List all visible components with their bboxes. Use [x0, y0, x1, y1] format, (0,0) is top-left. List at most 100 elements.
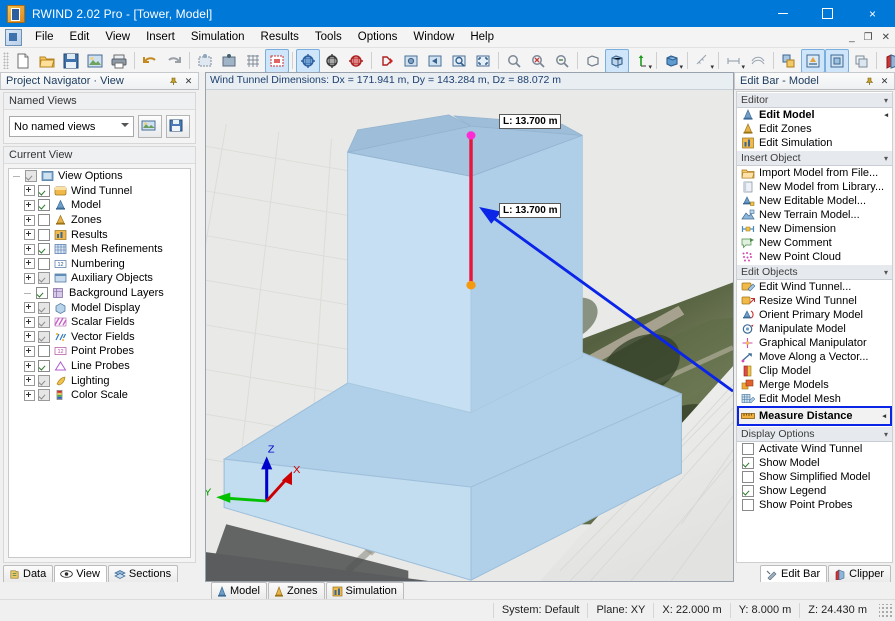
- mdi-minimize-button[interactable]: _: [847, 32, 857, 43]
- tree-checkbox[interactable]: [25, 170, 37, 182]
- tree-checkbox[interactable]: [38, 375, 50, 387]
- collapse-icon[interactable]: ▾: [884, 430, 888, 439]
- zoom-window-icon[interactable]: [447, 49, 471, 73]
- collapse-icon[interactable]: ▾: [884, 268, 888, 277]
- measure-tool-icon[interactable]: ▾: [691, 49, 715, 73]
- render-selection-icon[interactable]: [265, 49, 289, 73]
- tree-item-color-scale[interactable]: Color Scale: [9, 388, 190, 403]
- edit-bar-item-new-terrain-model[interactable]: New Terrain Model...: [737, 208, 892, 222]
- tab-edit-bar[interactable]: Edit Bar: [760, 565, 827, 582]
- box-solid-icon[interactable]: [605, 49, 629, 73]
- apply-view-icon[interactable]: [138, 115, 162, 138]
- display-option-show-simplified-model[interactable]: Show Simplified Model: [737, 470, 892, 484]
- display-option-show-point-probes[interactable]: Show Point Probes: [737, 498, 892, 512]
- zoom-in-icon[interactable]: [502, 49, 526, 73]
- menu-file[interactable]: File: [27, 29, 62, 45]
- rotate-view-x-icon[interactable]: [296, 49, 320, 73]
- dimension-icon[interactable]: ▾: [722, 49, 746, 73]
- tab-simulation[interactable]: Simulation: [326, 582, 404, 599]
- pan-view-icon[interactable]: [399, 49, 423, 73]
- box-wire-icon[interactable]: [581, 49, 605, 73]
- expand-icon[interactable]: [24, 361, 35, 372]
- expand-icon[interactable]: [24, 331, 35, 342]
- named-views-combobox[interactable]: No named views: [9, 116, 134, 137]
- expand-icon[interactable]: [24, 302, 35, 313]
- render-solid-icon[interactable]: [217, 49, 241, 73]
- edit-bar-item-merge-models[interactable]: Merge Models: [737, 378, 892, 392]
- menu-options[interactable]: Options: [350, 29, 406, 45]
- display-option-show-legend[interactable]: Show Legend: [737, 484, 892, 498]
- isolines-icon[interactable]: [746, 49, 770, 73]
- open-folder-icon[interactable]: [35, 49, 59, 73]
- move-view-icon[interactable]: [375, 49, 399, 73]
- close-icon[interactable]: ✕: [877, 74, 892, 89]
- tree-item-point-probes[interactable]: 12Point Probes: [9, 344, 190, 359]
- menu-help[interactable]: Help: [462, 29, 502, 45]
- previous-view-icon[interactable]: [423, 49, 447, 73]
- edit-bar-item-move-along-a-vector[interactable]: Move Along a Vector...: [737, 350, 892, 364]
- save-as-image-icon[interactable]: [83, 49, 107, 73]
- tree-checkbox[interactable]: [38, 302, 50, 314]
- expand-icon[interactable]: [24, 317, 35, 328]
- edit-bar-item-new-point-cloud[interactable]: New Point Cloud: [737, 250, 892, 264]
- edit-bar-item-new-editable-model[interactable]: New Editable Model...: [737, 194, 892, 208]
- object-render-icon[interactable]: [825, 49, 849, 73]
- tree-item-results[interactable]: Results: [9, 227, 190, 242]
- edit-bar-content[interactable]: Editor▾Edit Model◂Edit ZonesEdit Simulat…: [736, 91, 893, 563]
- close-icon[interactable]: ✕: [181, 74, 196, 89]
- checkbox[interactable]: [742, 471, 754, 483]
- tree-item-view-options[interactable]: View Options: [9, 169, 190, 184]
- clip-plane-icon[interactable]: ▾: [880, 49, 895, 73]
- save-view-icon[interactable]: [166, 115, 190, 138]
- edit-bar-item-edit-simulation[interactable]: Edit Simulation: [737, 136, 892, 150]
- tree-item-zones[interactable]: Zones: [9, 213, 190, 228]
- edit-bar-item-edit-model[interactable]: Edit Model◂: [737, 108, 892, 122]
- expand-icon[interactable]: [24, 258, 35, 269]
- save-icon[interactable]: [59, 49, 83, 73]
- render-mesh-icon[interactable]: [193, 49, 217, 73]
- tree-item-mesh-refinements[interactable]: Mesh Refinements: [9, 242, 190, 257]
- view-cube-icon[interactable]: ▾: [660, 49, 684, 73]
- display-option-activate-wind-tunnel[interactable]: Activate Wind Tunnel: [737, 442, 892, 456]
- object-snap-icon[interactable]: [777, 49, 801, 73]
- edit-bar-item-new-comment[interactable]: New Comment: [737, 236, 892, 250]
- undo-icon[interactable]: [138, 49, 162, 73]
- expand-icon[interactable]: [24, 200, 35, 211]
- edit-bar-item-orient-primary-model[interactable]: Orient Primary Model: [737, 308, 892, 322]
- zoom-reset-icon[interactable]: [526, 49, 550, 73]
- edit-bar-item-clip-model[interactable]: Clip Model: [737, 364, 892, 378]
- edit-bar-item-manipulate-model[interactable]: Manipulate Model: [737, 322, 892, 336]
- tree-item-lighting[interactable]: Lighting: [9, 373, 190, 388]
- tree-checkbox[interactable]: [38, 185, 50, 197]
- edit-bar-item-edit-zones[interactable]: Edit Zones: [737, 122, 892, 136]
- axis-origin-icon[interactable]: ▾: [629, 49, 653, 73]
- rotate-view-z-icon[interactable]: [344, 49, 368, 73]
- expand-icon[interactable]: [24, 273, 35, 284]
- menu-view[interactable]: View: [97, 29, 138, 45]
- expand-icon[interactable]: [24, 185, 35, 196]
- tree-checkbox[interactable]: [38, 229, 50, 241]
- tab-zones[interactable]: Zones: [268, 582, 325, 599]
- tree-checkbox[interactable]: [38, 258, 50, 270]
- edit-bar-item-edit-model-mesh[interactable]: Edit Model Mesh: [737, 392, 892, 406]
- zoom-all-icon[interactable]: [471, 49, 495, 73]
- section-header-display-options[interactable]: Display Options▾: [737, 426, 892, 442]
- edit-bar-item-edit-wind-tunnel[interactable]: Edit Wind Tunnel...: [737, 280, 892, 294]
- redo-icon[interactable]: [162, 49, 186, 73]
- 3d-viewport[interactable]: Wind Tunnel Dimensions: Dx = 171.941 m, …: [205, 72, 734, 582]
- tree-item-numbering[interactable]: 12Numbering: [9, 257, 190, 272]
- edit-bar-item-graphical-manipulator[interactable]: Graphical Manipulator: [737, 336, 892, 350]
- tree-item-background-layers[interactable]: Background Layers: [9, 286, 190, 301]
- tree-checkbox[interactable]: [38, 389, 50, 401]
- mdi-close-button[interactable]: ✕: [880, 32, 892, 43]
- new-file-icon[interactable]: [11, 49, 35, 73]
- checkbox[interactable]: [742, 499, 754, 511]
- expand-icon[interactable]: [24, 346, 35, 357]
- rotate-view-y-icon[interactable]: [320, 49, 344, 73]
- tab-model[interactable]: Model: [211, 582, 267, 599]
- object-copy-icon[interactable]: [849, 49, 873, 73]
- menu-window[interactable]: Window: [405, 29, 462, 45]
- collapse-icon[interactable]: ▾: [884, 96, 888, 105]
- tree-item-wind-tunnel[interactable]: Wind Tunnel: [9, 184, 190, 199]
- tree-checkbox[interactable]: [38, 360, 50, 372]
